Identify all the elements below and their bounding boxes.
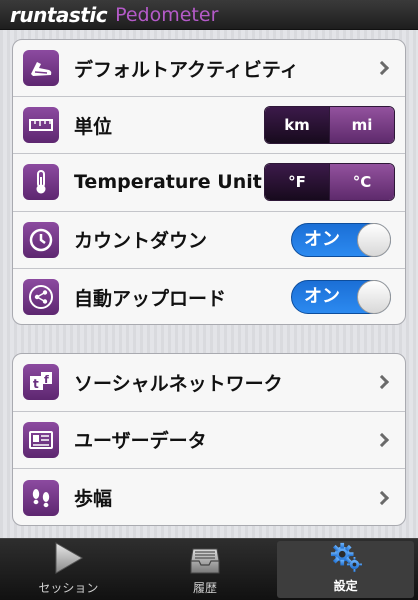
gear-icon bbox=[330, 542, 362, 573]
settings-row-default-activity[interactable]: デフォルトアクティビティ bbox=[13, 40, 405, 98]
svg-text:t: t bbox=[33, 377, 39, 391]
shoe-icon bbox=[23, 50, 59, 87]
settings-row-temperature-unit: Temperature Unit °F °C bbox=[13, 154, 405, 212]
settings-row-social-network[interactable]: t f ソーシャルネットワーク bbox=[13, 354, 405, 412]
product-name: Pedometer bbox=[115, 3, 219, 26]
settings-row-countdown: カウントダウン オン bbox=[13, 212, 405, 269]
tab-bar: セッション 履歴 設定 bbox=[0, 538, 418, 600]
auto-upload-toggle[interactable]: オン bbox=[291, 280, 391, 315]
toggle-knob bbox=[357, 280, 391, 315]
tray-icon bbox=[190, 548, 220, 574]
tab-label: セッション bbox=[38, 581, 99, 595]
thermometer-icon bbox=[23, 164, 59, 201]
chevron-right-icon bbox=[374, 61, 390, 76]
tab-label: 履歴 bbox=[193, 581, 218, 595]
chevron-right-icon bbox=[374, 490, 390, 506]
units-segmented-control[interactable]: km mi bbox=[264, 106, 395, 145]
brand-logo: runtastic bbox=[10, 2, 108, 27]
temperature-segmented-control[interactable]: °F °C bbox=[264, 163, 395, 202]
settings-group-profile: t f ソーシャルネットワーク ユーザーデータ 歩幅 bbox=[12, 353, 406, 526]
svg-text:f: f bbox=[44, 373, 49, 386]
temperature-option-fahrenheit[interactable]: °F bbox=[265, 164, 329, 201]
share-icon bbox=[23, 279, 59, 316]
settings-row-stride-length[interactable]: 歩幅 bbox=[13, 469, 405, 525]
settings-group-general: デフォルトアクティビティ 単位 km mi Temperature Unit °… bbox=[12, 39, 406, 325]
tab-settings[interactable]: 設定 bbox=[277, 541, 415, 598]
tab-session[interactable]: セッション bbox=[0, 539, 137, 600]
social-icon: t f bbox=[23, 364, 59, 401]
row-label: ユーザーデータ bbox=[74, 430, 207, 453]
app-header: runtastic Pedometer bbox=[0, 0, 418, 30]
settings-row-auto-upload: 自動アップロード オン bbox=[13, 269, 405, 324]
countdown-toggle[interactable]: オン bbox=[291, 222, 391, 257]
play-icon bbox=[55, 542, 84, 574]
toggle-state-text: オン bbox=[304, 286, 340, 308]
row-label: 自動アップロード bbox=[74, 287, 227, 310]
tab-label: 設定 bbox=[333, 579, 358, 593]
settings-row-units: 単位 km mi bbox=[13, 97, 405, 155]
row-label: Temperature Unit bbox=[74, 171, 262, 194]
id-card-icon bbox=[23, 421, 59, 458]
temperature-option-celsius[interactable]: °C bbox=[329, 164, 394, 201]
units-option-mi[interactable]: mi bbox=[329, 107, 394, 144]
units-option-km[interactable]: km bbox=[265, 107, 329, 144]
toggle-knob bbox=[357, 222, 391, 257]
clock-icon bbox=[23, 221, 59, 258]
ruler-icon bbox=[23, 107, 59, 144]
tab-history[interactable]: 履歴 bbox=[137, 539, 274, 600]
settings-row-user-data[interactable]: ユーザーデータ bbox=[13, 412, 405, 470]
chevron-right-icon bbox=[374, 375, 390, 390]
row-label: カウントダウン bbox=[74, 230, 208, 253]
chevron-right-icon bbox=[374, 432, 390, 447]
settings-content: デフォルトアクティビティ 単位 km mi Temperature Unit °… bbox=[0, 30, 418, 538]
row-label: デフォルトアクティビティ bbox=[74, 58, 299, 81]
row-label: ソーシャルネットワーク bbox=[74, 372, 283, 395]
footsteps-icon bbox=[23, 479, 59, 516]
row-label: 歩幅 bbox=[74, 488, 113, 511]
row-label: 単位 bbox=[74, 115, 113, 138]
toggle-state-text: オン bbox=[304, 228, 340, 250]
